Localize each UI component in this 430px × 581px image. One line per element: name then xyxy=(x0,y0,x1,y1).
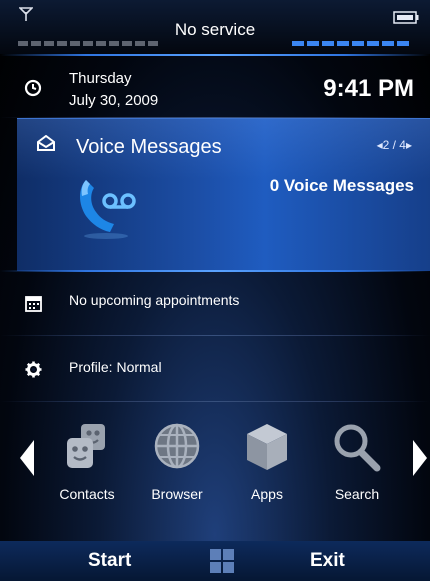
divider xyxy=(0,335,430,336)
signal-strength-bars xyxy=(18,41,158,46)
start-softkey[interactable]: Start xyxy=(88,550,131,572)
battery-level-bars xyxy=(292,41,409,46)
date-day: Thursday xyxy=(69,70,132,87)
profile-text[interactable]: Profile: Normal xyxy=(69,359,162,375)
carrier-status: No service xyxy=(174,20,256,39)
search-icon xyxy=(334,424,381,472)
app-search[interactable]: Search xyxy=(312,420,402,502)
app-contacts[interactable]: Contacts xyxy=(42,420,132,502)
carousel-next-arrow[interactable] xyxy=(413,440,427,476)
globe-icon xyxy=(154,423,200,469)
app-label: Contacts xyxy=(59,486,115,502)
calendar-icon xyxy=(25,296,42,312)
app-label: Browser xyxy=(151,486,203,502)
app-browser[interactable]: Browser xyxy=(132,420,222,502)
voice-messages-title: Voice Messages xyxy=(76,136,222,158)
gear-icon xyxy=(25,361,42,378)
card-pager[interactable]: ◂2 / 4▸ xyxy=(377,138,412,152)
carousel-prev-arrow[interactable] xyxy=(20,440,34,476)
app-label: Search xyxy=(334,486,380,502)
contacts-icon xyxy=(67,424,105,468)
date-full: July 30, 2009 xyxy=(69,92,159,109)
divider xyxy=(0,270,430,272)
divider xyxy=(0,401,430,402)
current-time[interactable]: 9:41 PM xyxy=(323,75,414,103)
app-label: Apps xyxy=(251,486,283,502)
clock-icon xyxy=(24,79,42,97)
home-screen: No service Thursday July 30, 2009 9:41 P… xyxy=(0,0,430,581)
windows-logo-icon[interactable] xyxy=(208,547,236,575)
appointments-text[interactable]: No upcoming appointments xyxy=(69,292,239,308)
exit-softkey[interactable]: Exit xyxy=(310,550,345,572)
battery-icon xyxy=(393,11,419,24)
divider xyxy=(0,54,430,56)
voicemail-icon xyxy=(80,180,136,239)
box-icon xyxy=(247,424,287,470)
antenna-icon xyxy=(19,7,33,21)
app-apps[interactable]: Apps xyxy=(222,420,312,502)
voice-messages-count: 0 Voice Messages xyxy=(269,176,414,195)
envelope-icon xyxy=(37,135,55,151)
